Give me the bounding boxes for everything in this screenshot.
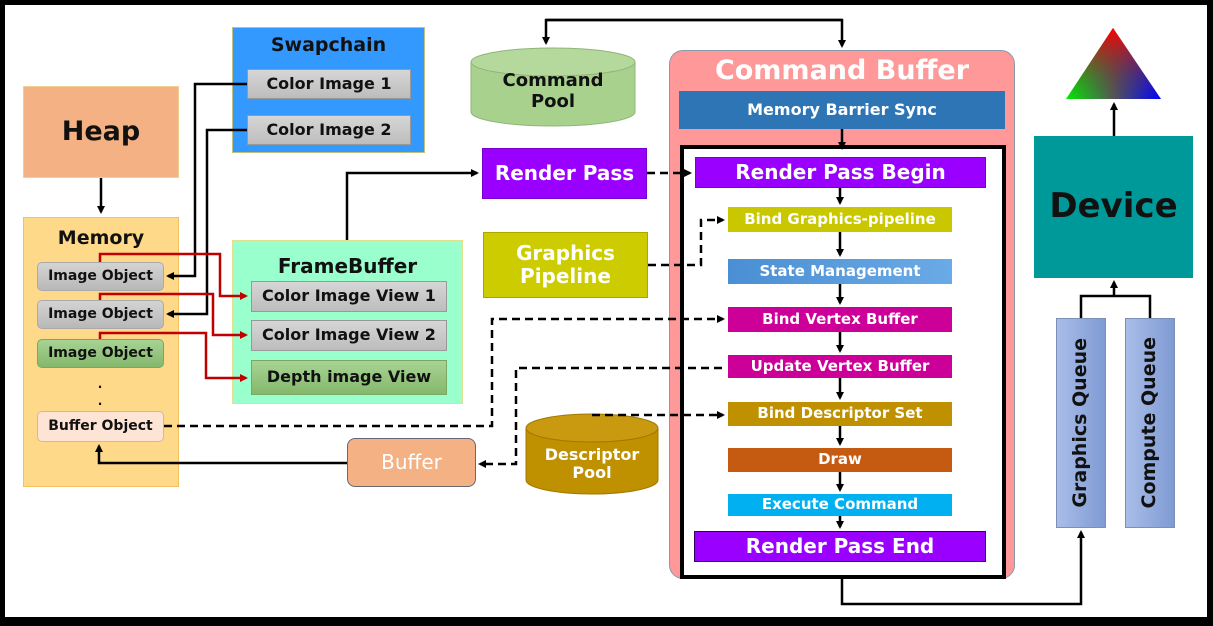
render-pass-box: Render Pass <box>482 148 647 199</box>
memory-ellipsis-1: . <box>97 377 103 392</box>
step-bind-vertex-buffer: Bind Vertex Buffer <box>728 307 952 332</box>
step-render-pass-begin: Render Pass Begin <box>695 157 986 188</box>
heap-label: Heap <box>61 116 141 148</box>
step-execute-command: Execute Command <box>728 494 952 516</box>
heap-box: Heap <box>23 86 179 178</box>
command-pool-label: Command Pool <box>502 70 604 112</box>
image-object-3: Image Object <box>37 339 164 368</box>
color-image-view-2: Color Image View 2 <box>251 320 447 351</box>
memory-barrier-sync: Memory Barrier Sync <box>679 91 1005 129</box>
color-image-2: Color Image 2 <box>247 115 411 145</box>
graphics-pipeline-box: Graphics Pipeline <box>483 232 648 298</box>
swapchain-title: Swapchain <box>270 34 387 56</box>
step-bind-descriptor-set: Bind Descriptor Set <box>728 402 952 426</box>
buffer-object: Buffer Object <box>37 411 164 442</box>
compute-queue: Compute Queue <box>1125 318 1175 528</box>
memory-ellipsis-2: . <box>97 394 103 409</box>
color-image-view-1: Color Image View 1 <box>251 281 447 312</box>
color-image-1: Color Image 1 <box>247 69 411 99</box>
buffer-box: Buffer <box>347 438 476 487</box>
command-buffer-title: Command Buffer <box>714 55 970 86</box>
descriptor-pool-label: Descriptor Pool <box>544 444 640 482</box>
image-object-1: Image Object <box>37 262 164 291</box>
depth-image-view: Depth image View <box>251 360 447 395</box>
image-object-2: Image Object <box>37 300 164 329</box>
step-draw: Draw <box>728 448 952 472</box>
vulkan-architecture-diagram: Heap Memory Image Object Image Object Im… <box>0 0 1213 626</box>
framebuffer-title: FrameBuffer <box>277 254 418 278</box>
memory-title: Memory <box>57 227 145 249</box>
graphics-queue: Graphics Queue <box>1056 318 1106 528</box>
device-box: Device <box>1034 136 1193 278</box>
step-state-management: State Management <box>728 259 952 284</box>
step-update-vertex-buffer: Update Vertex Buffer <box>728 355 952 378</box>
step-render-pass-end: Render Pass End <box>694 531 986 562</box>
step-bind-graphics-pipeline: Bind Graphics-pipeline <box>728 207 952 232</box>
